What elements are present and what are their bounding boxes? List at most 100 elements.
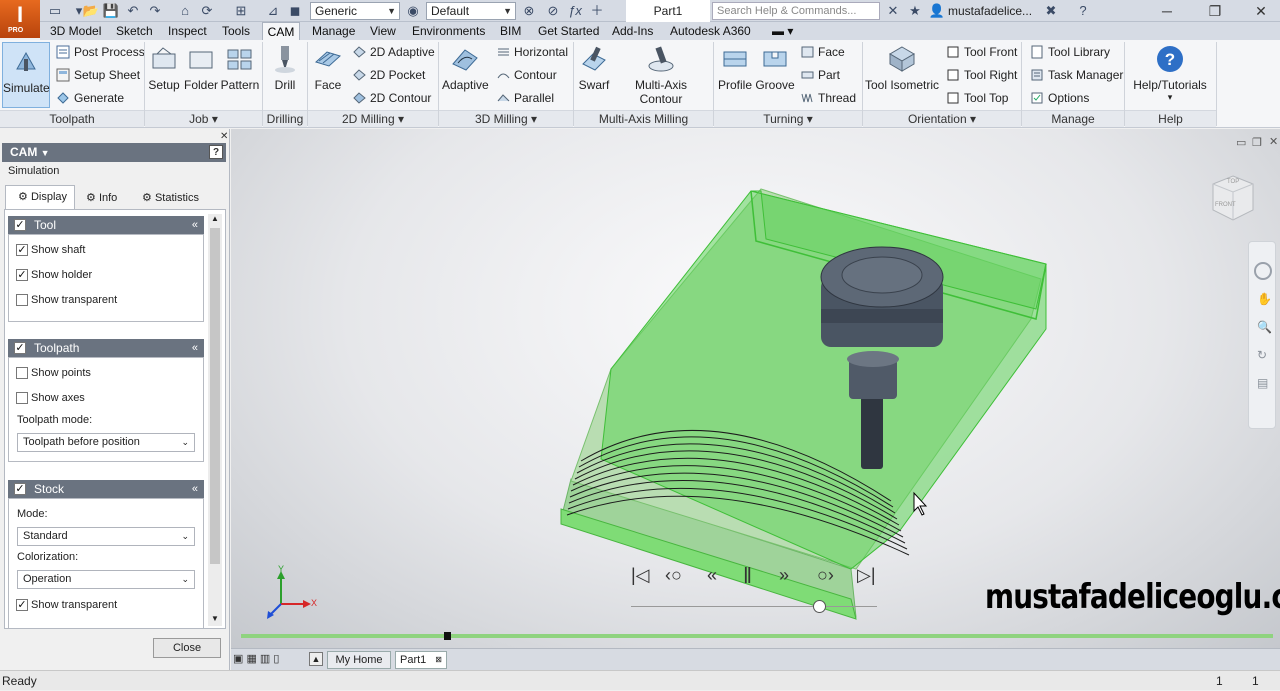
tab-bim[interactable]: BIM xyxy=(498,22,523,40)
tab-view[interactable]: View xyxy=(368,22,398,40)
previous-operation-button[interactable]: ‹○ xyxy=(665,565,682,586)
open-icon[interactable]: 📂 xyxy=(82,3,100,19)
tool-top-button[interactable]: Tool Top xyxy=(944,88,1008,108)
update-icon[interactable]: ⟳ xyxy=(198,3,216,19)
show-points-option[interactable]: Show points xyxy=(9,363,91,383)
simulation-timeline[interactable] xyxy=(241,634,1273,638)
measure-icon[interactable]: ⊿ xyxy=(264,3,282,19)
show-shaft-option[interactable]: ✓ Show shaft xyxy=(9,240,85,260)
group-label-turning[interactable]: Turning ▾ xyxy=(714,110,862,127)
appearance-icon[interactable]: ◉ xyxy=(404,3,422,19)
stock-mode-select[interactable]: Standard ⌄ xyxy=(17,527,195,546)
tool-right-button[interactable]: Tool Right xyxy=(944,65,1017,85)
close-button[interactable]: Close xyxy=(153,638,221,658)
adjust-icon[interactable]: ⊘ xyxy=(544,3,562,19)
tab-add-ins[interactable]: Add-Ins xyxy=(610,22,655,40)
timeline-position-marker[interactable] xyxy=(444,632,452,640)
look-at-icon[interactable]: ▤ xyxy=(1257,376,1268,390)
tab-scroll-up-icon[interactable]: ▲ xyxy=(309,652,323,666)
show-transparent-stock-checkbox[interactable]: ✓ xyxy=(16,599,28,611)
tab-my-home[interactable]: My Home xyxy=(327,651,391,669)
toolpath-section-checkbox[interactable]: ✓ xyxy=(14,342,26,354)
favorites-icon[interactable]: ★ xyxy=(906,3,924,19)
drill-button[interactable]: Drill xyxy=(266,44,304,92)
group-label-orientation[interactable]: Orientation ▾ xyxy=(863,110,1021,127)
speed-slider-track[interactable] xyxy=(631,606,877,607)
scroll-down-icon[interactable]: ▼ xyxy=(208,614,222,626)
generate-button[interactable]: Generate xyxy=(54,88,124,108)
panel-close-icon[interactable]: ✕ xyxy=(220,131,228,142)
tab-sketch[interactable]: Sketch xyxy=(114,22,155,40)
tab-statistics[interactable]: ⚙ Statistics xyxy=(136,187,199,209)
tab-cam[interactable]: CAM xyxy=(262,22,300,40)
undo-icon[interactable]: ↶ xyxy=(124,3,142,19)
save-icon[interactable]: 💾 xyxy=(102,3,120,19)
user-icon[interactable]: 👤 xyxy=(928,3,946,19)
new-icon[interactable]: ▭ xyxy=(46,3,64,19)
close-tab-icon[interactable]: ⊠ xyxy=(435,652,442,668)
help-icon[interactable]: ? xyxy=(1074,3,1092,19)
turning-face-button[interactable]: Face xyxy=(798,42,845,62)
face-2d-button[interactable]: Face xyxy=(312,44,344,92)
tab-part1[interactable]: Part1 ⊠ xyxy=(395,651,447,669)
part-button[interactable]: Part xyxy=(798,65,840,85)
2d-pocket-button[interactable]: 2D Pocket xyxy=(350,65,425,85)
toolpath-mode-select[interactable]: Toolpath before position ⌄ xyxy=(17,433,195,452)
application-menu-button[interactable]: I PRO xyxy=(0,0,40,38)
2d-adaptive-button[interactable]: 2D Adaptive xyxy=(350,42,435,62)
user-name[interactable]: mustafadelice... xyxy=(948,4,1032,18)
group-label-3d-milling[interactable]: 3D Milling ▾ xyxy=(439,110,573,127)
scroll-up-icon[interactable]: ▲ xyxy=(208,214,222,226)
horizontal-button[interactable]: Horizontal xyxy=(494,42,568,62)
groove-button[interactable]: Groove xyxy=(755,44,795,92)
go-to-start-button[interactable]: |◁ xyxy=(631,565,650,586)
exchange-icon[interactable]: ✖ xyxy=(1042,3,1060,19)
profile-button[interactable]: Profile xyxy=(717,44,753,92)
tab-environments[interactable]: Environments xyxy=(410,22,487,40)
2d-contour-button[interactable]: 2D Contour xyxy=(350,88,431,108)
simulate-button[interactable]: Simulate xyxy=(2,42,50,108)
folder-button[interactable]: Folder xyxy=(183,44,219,92)
show-axes-option[interactable]: Show axes xyxy=(9,388,85,408)
pattern-button[interactable]: Pattern xyxy=(220,44,260,92)
multi-axis-contour-button[interactable]: Multi-Axis Contour xyxy=(612,44,710,106)
tab-tools[interactable]: Tools xyxy=(220,22,252,40)
home-icon[interactable]: ⌂ xyxy=(176,3,194,19)
window-layout-icons[interactable]: ▣ ▦ ▥ ▯ xyxy=(233,652,279,665)
group-label-2d-milling[interactable]: 2D Milling ▾ xyxy=(308,110,438,127)
show-holder-checkbox[interactable]: ✓ xyxy=(16,269,28,281)
appearance-combo[interactable]: Default ▼ xyxy=(426,2,516,20)
setup-sheet-button[interactable]: Setup Sheet xyxy=(54,65,140,85)
show-shaft-checkbox[interactable]: ✓ xyxy=(16,244,28,256)
post-process-button[interactable]: Post Process xyxy=(54,42,145,62)
thread-button[interactable]: Thread xyxy=(798,88,856,108)
tab-manage[interactable]: Manage xyxy=(310,22,357,40)
tool-front-button[interactable]: Tool Front xyxy=(944,42,1017,62)
tab-info[interactable]: ⚙ Info xyxy=(80,187,117,209)
show-transparent-tool-option[interactable]: Show transparent xyxy=(9,290,117,310)
color-icon[interactable]: ◼ xyxy=(286,3,304,19)
stock-section-header[interactable]: ✓ Stock « xyxy=(8,480,204,498)
pan-icon[interactable]: ✋ xyxy=(1257,292,1272,306)
panel-help-icon[interactable]: ? xyxy=(209,145,223,159)
search-options-icon[interactable]: ✕ xyxy=(884,3,902,19)
fx-icon[interactable]: ƒx xyxy=(566,3,584,19)
swarf-button[interactable]: Swarf xyxy=(578,44,610,92)
step-back-button[interactable]: « xyxy=(707,565,717,586)
tab-display[interactable]: ⚙ Display xyxy=(5,185,75,209)
viewport-close-icon[interactable]: ✕ xyxy=(1269,135,1278,148)
next-operation-button[interactable]: ○› xyxy=(817,565,834,586)
zoom-icon[interactable]: 🔍 xyxy=(1257,320,1272,334)
step-forward-button[interactable]: » xyxy=(779,565,789,586)
contour-3d-button[interactable]: Contour xyxy=(494,65,557,85)
tool-library-button[interactable]: Tool Library xyxy=(1028,42,1110,62)
show-axes-checkbox[interactable] xyxy=(16,392,28,404)
style-combo[interactable]: Generic ▼ xyxy=(310,2,400,20)
tool-section-header[interactable]: ✓ Tool « xyxy=(8,216,204,234)
tool-section-checkbox[interactable]: ✓ xyxy=(14,219,26,231)
minimize-button[interactable]: ─ xyxy=(1144,0,1190,22)
collapse-icon[interactable]: « xyxy=(192,339,198,357)
tab-autodesk-a360[interactable]: Autodesk A360 xyxy=(668,22,753,40)
task-manager-button[interactable]: Task Manager xyxy=(1028,65,1123,85)
search-input[interactable]: Search Help & Commands... xyxy=(712,2,880,20)
